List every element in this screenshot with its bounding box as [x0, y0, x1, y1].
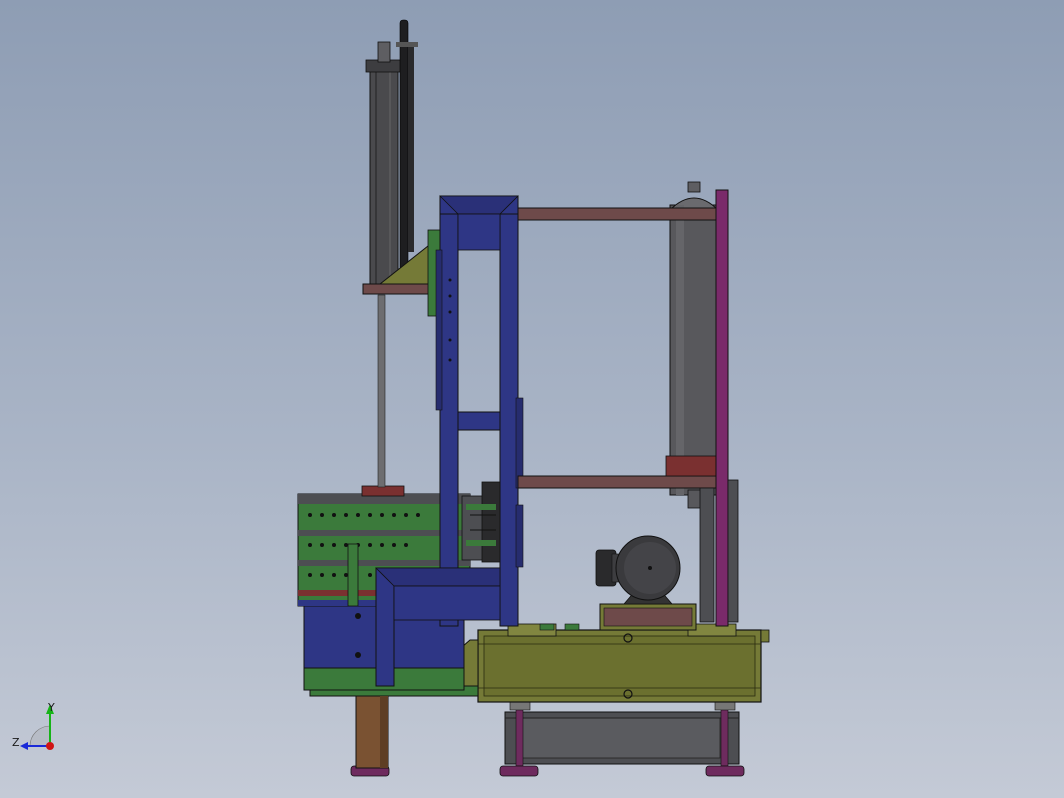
tank-top-arm — [517, 207, 719, 221]
cylinder-body — [369, 61, 399, 285]
y-axis-label: Y — [47, 701, 55, 714]
base-lower-frame-inner — [519, 717, 721, 759]
top-cylinder[interactable] — [362, 19, 436, 295]
lower-post-left — [515, 703, 524, 767]
x-axis-dot — [46, 742, 54, 750]
frame-left-column — [439, 195, 459, 627]
cylinder-mount-plate — [362, 283, 436, 295]
guide-rod — [399, 19, 409, 271]
foot-right — [705, 765, 745, 777]
motor[interactable] — [595, 535, 697, 631]
vertical-rod — [377, 294, 386, 488]
axis-triad: Y Z — [12, 701, 55, 750]
foot-mid — [499, 765, 539, 777]
z-axis-label: Z — [12, 736, 20, 749]
magenta-post — [715, 189, 729, 627]
frame-mid-beam — [457, 411, 501, 431]
lower-post-right — [720, 703, 729, 767]
frame-right-column — [499, 195, 519, 627]
cad-viewport[interactable]: Y Z — [0, 0, 1064, 798]
tank-lower-arm — [517, 475, 719, 489]
